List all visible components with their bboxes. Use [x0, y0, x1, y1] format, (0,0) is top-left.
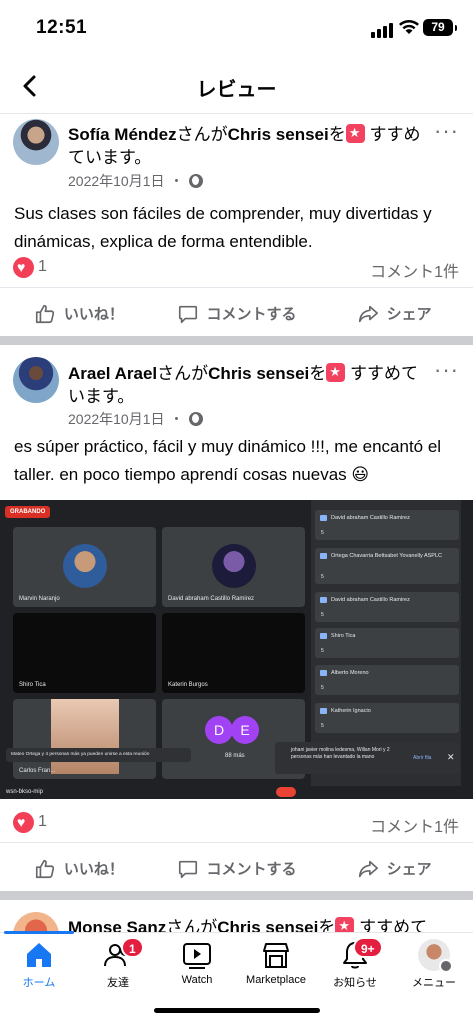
review-post: Monse SanzさんがChris senseiを すすめて [0, 900, 473, 932]
avatar[interactable] [13, 357, 59, 403]
wifi-icon [399, 20, 419, 34]
thumbs-up-icon [35, 859, 54, 878]
signal-icon [371, 23, 393, 38]
page-title: レビュー [196, 79, 277, 101]
reaction-bar: 1 コメント1件 [0, 253, 473, 283]
share-button[interactable]: シェア [315, 288, 473, 339]
share-button[interactable]: シェア [315, 843, 473, 894]
participant-avatar [212, 544, 256, 588]
home-indicator [154, 1008, 320, 1013]
comment-button[interactable]: コメントする [158, 288, 316, 339]
author-name[interactable]: Arael Arael [68, 364, 157, 383]
post-body: Sus clases son fáciles de comprender, mu… [14, 204, 432, 251]
author-name[interactable]: Monse Sanz [68, 918, 166, 932]
avatar[interactable] [13, 912, 59, 932]
post-separator [0, 336, 473, 345]
close-icon: ✕ [447, 752, 455, 762]
participant-avatar [63, 544, 107, 588]
share-icon [358, 860, 378, 877]
participant-tile: Shiro Tica [13, 613, 156, 693]
heart-icon[interactable] [13, 257, 34, 278]
comment-count[interactable]: コメント1件 [370, 258, 459, 282]
thumbs-up-icon [35, 304, 54, 323]
participant-entry: David abraham Castillo Ramirez 5 [315, 510, 459, 540]
recommend-icon [345, 124, 365, 143]
comment-button[interactable]: コメントする [158, 843, 316, 894]
more-options-icon[interactable]: ··· [434, 118, 459, 144]
active-tab-indicator [4, 931, 74, 934]
menu-avatar [418, 939, 453, 973]
post-headline: Arael AraelさんがChris senseiを すすめています。 [68, 362, 433, 408]
marketplace-icon [263, 943, 289, 968]
participant-entry: Ortega Chavarria Bettsabet Yovanelly ASP… [315, 548, 459, 584]
clock: 12:51 [36, 17, 88, 38]
like-button[interactable]: いいね！ [0, 288, 158, 339]
globe-icon [188, 174, 203, 188]
reaction-bar: 1 コメント1件 [0, 808, 473, 838]
hangup-icon [276, 787, 296, 797]
reaction-count[interactable]: 1 [38, 258, 47, 276]
participant-entry: David abraham Castillo Ramirez 5 [315, 592, 459, 622]
post-actions: いいね！ コメントする シェア [0, 842, 473, 894]
status-bar: 12:51 79 [0, 0, 473, 56]
notifications-badge: 9+ [353, 937, 383, 958]
post-headline: Monse SanzさんがChris senseiを すすめて [68, 916, 433, 932]
post-image[interactable]: GRABANDO Marvin Naranjo David abraham Ca… [0, 500, 473, 799]
post-body: es súper práctico, fácil y muy dinámico … [14, 437, 442, 484]
menu-lines-icon [439, 959, 453, 973]
meeting-toolbar: wsn-bkso-mip [0, 786, 473, 799]
comment-icon [178, 305, 197, 323]
more-options-icon[interactable]: ··· [434, 357, 459, 383]
participant-tile: Katerin Burgos [162, 613, 305, 693]
participant-tile: Carlos Fran... [13, 699, 156, 779]
participant-entry: Alberto Moreno 5 [315, 665, 459, 695]
recommend-icon [326, 363, 346, 382]
page-name[interactable]: Chris sensei [217, 918, 318, 932]
reaction-count[interactable]: 1 [38, 813, 47, 831]
post-actions: いいね！ コメントする シェア [0, 287, 473, 339]
like-button[interactable]: いいね！ [0, 843, 158, 894]
initial-avatar: E [231, 716, 259, 744]
author-name[interactable]: Sofía Méndez [68, 125, 177, 144]
recording-badge: GRABANDO [5, 506, 51, 518]
recommend-icon [335, 917, 355, 932]
avatar[interactable] [13, 119, 59, 165]
watch-icon [183, 943, 211, 969]
nav-menu[interactable]: メニュー [387, 939, 473, 990]
post-date[interactable]: 2022年10月1日 [68, 171, 165, 191]
participant-entry: Katherin Ignacio 5 [315, 703, 459, 733]
share-icon [358, 305, 378, 322]
meeting-code: wsn-bkso-mip [6, 789, 44, 795]
notification-toast: Mateo Ortega y 4 personas más ya pueden … [6, 748, 191, 762]
comment-count[interactable]: コメント1件 [370, 813, 459, 837]
participant-video [51, 699, 119, 774]
heart-icon[interactable] [13, 812, 34, 833]
battery-indicator: 79 [423, 19, 457, 36]
post-meta: 2022年10月1日・ [68, 171, 203, 191]
post-meta: 2022年10月1日・ [68, 409, 203, 429]
friends-badge: 1 [121, 937, 144, 958]
post-headline: Sofía MéndezさんがChris senseiを すすめています。 [68, 123, 433, 169]
post-date[interactable]: 2022年10月1日 [68, 409, 165, 429]
comment-icon [178, 860, 197, 878]
home-icon [27, 943, 51, 967]
initial-avatar: D [205, 716, 233, 744]
participant-tile: Marvin Naranjo [13, 527, 156, 607]
post-separator [0, 891, 473, 900]
page-name[interactable]: Chris sensei [208, 364, 309, 383]
participant-entry: Shiro Tica 5 [315, 628, 459, 658]
raised-hand-toast: johani javier molina ledesma, Willan Mor… [275, 742, 460, 774]
participant-tile: David abraham Castillo Ramirez [162, 527, 305, 607]
globe-icon [188, 412, 203, 426]
page-header: レビュー [0, 56, 473, 114]
review-post: Sofía MéndezさんがChris senseiを すすめています。 ··… [0, 114, 473, 336]
page-name[interactable]: Chris sensei [228, 125, 329, 144]
